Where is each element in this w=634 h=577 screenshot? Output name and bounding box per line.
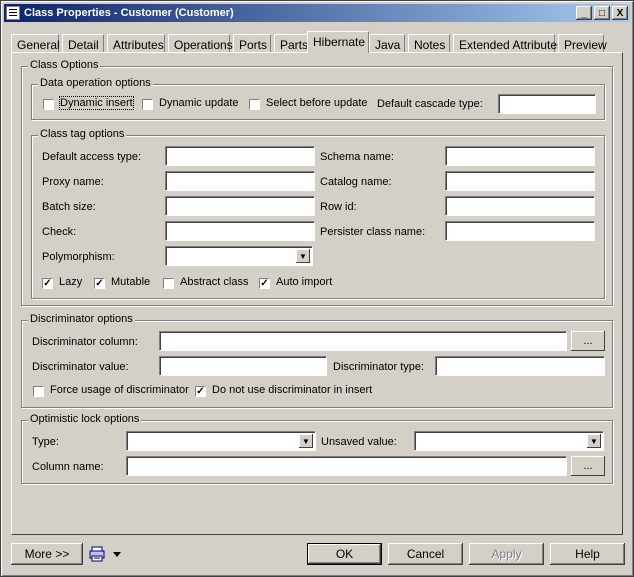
proxy-name-label: Proxy name: <box>42 176 104 188</box>
apply-button[interactable]: Apply <box>469 543 544 565</box>
print-dropdown[interactable] <box>89 545 127 563</box>
persister-class-name-label: Persister class name: <box>320 226 426 238</box>
optimistic-lock-title: Optimistic lock options <box>28 413 142 425</box>
column-name-label: Column name: <box>32 461 104 473</box>
dynamic-update-label[interactable]: Dynamic update <box>159 97 239 109</box>
class-properties-window: Class Properties - Customer (Customer) _… <box>0 0 634 577</box>
auto-import-checkbox[interactable]: ✓ <box>259 278 270 289</box>
check-label: Check: <box>42 226 77 238</box>
force-usage-label[interactable]: Force usage of discriminator <box>50 384 189 396</box>
do-not-use-in-insert-checkbox[interactable]: ✓ <box>195 386 206 397</box>
dynamic-update-checkbox[interactable] <box>142 99 153 110</box>
unsaved-value-label: Unsaved value: <box>321 436 397 448</box>
ok-button[interactable]: OK <box>307 543 382 565</box>
discriminator-column-label: Discriminator column: <box>32 336 138 348</box>
default-access-type-label: Default access type: <box>42 151 142 163</box>
data-operation-group: Data operation options Dynamic insert Dy… <box>31 77 605 120</box>
tab-parts[interactable]: Parts <box>274 34 310 52</box>
column-name-input[interactable] <box>126 456 567 476</box>
optimistic-lock-group: Optimistic lock options Type: ▼ Unsaved … <box>21 413 613 484</box>
discriminator-title: Discriminator options <box>28 313 135 325</box>
more-button[interactable]: More >> <box>11 543 83 565</box>
polymorphism-label: Polymorphism: <box>42 251 115 263</box>
batch-size-input[interactable] <box>165 196 315 216</box>
minimize-button[interactable]: _ <box>576 6 592 20</box>
auto-import-label[interactable]: Auto import <box>276 276 332 288</box>
dynamic-insert-label[interactable]: Dynamic insert <box>59 96 134 110</box>
hibernate-panel: Class Options Data operation options Dyn… <box>11 52 623 535</box>
tab-preview[interactable]: Preview <box>558 34 607 52</box>
lazy-checkbox[interactable]: ✓ <box>42 278 53 289</box>
discriminator-group: Discriminator options Discriminator colu… <box>21 313 613 408</box>
do-not-use-in-insert-label[interactable]: Do not use discriminator in insert <box>212 384 372 396</box>
catalog-name-label: Catalog name: <box>320 176 392 188</box>
select-before-update-checkbox[interactable] <box>249 99 260 110</box>
column-name-browse-button[interactable]: ... <box>571 456 605 476</box>
polymorphism-select[interactable]: ▼ <box>165 246 313 266</box>
batch-size-label: Batch size: <box>42 201 96 213</box>
class-tag-title: Class tag options <box>38 128 127 140</box>
tab-java[interactable]: Java <box>369 34 405 52</box>
class-options-title: Class Options <box>28 59 101 71</box>
tab-hibernate[interactable]: Hibernate <box>307 31 369 53</box>
tab-attributes[interactable]: Attributes <box>107 34 165 52</box>
dynamic-insert-checkbox[interactable] <box>43 99 54 110</box>
printer-icon <box>89 546 121 562</box>
chevron-down-icon[interactable]: ▼ <box>587 434 601 448</box>
catalog-name-input[interactable] <box>445 171 595 191</box>
row-id-input[interactable] <box>445 196 595 216</box>
class-options-group: Class Options Data operation options Dyn… <box>21 59 613 306</box>
check-input[interactable] <box>165 221 315 241</box>
discriminator-type-label: Discriminator type: <box>333 361 425 373</box>
force-usage-checkbox[interactable] <box>33 386 44 397</box>
default-access-type-input[interactable] <box>165 146 315 166</box>
discriminator-column-browse-button[interactable]: ... <box>571 331 605 351</box>
chevron-down-icon[interactable]: ▼ <box>296 249 310 263</box>
window-icon <box>6 6 20 20</box>
default-cascade-type-input[interactable] <box>498 94 596 114</box>
title-bar: Class Properties - Customer (Customer) _… <box>4 4 630 22</box>
cancel-button[interactable]: Cancel <box>388 543 463 565</box>
schema-name-label: Schema name: <box>320 151 394 163</box>
tab-notes[interactable]: Notes <box>408 34 450 52</box>
tab-extended-attributes[interactable]: Extended Attributes <box>453 34 563 52</box>
mutable-checkbox[interactable]: ✓ <box>94 278 105 289</box>
class-tag-group: Class tag options Default access type: S… <box>31 128 605 299</box>
lazy-label[interactable]: Lazy <box>59 276 82 288</box>
abstract-class-checkbox[interactable] <box>163 278 174 289</box>
caret-down-icon <box>113 552 121 557</box>
persister-class-name-input[interactable] <box>445 221 595 241</box>
tab-operations[interactable]: Operations <box>168 34 233 52</box>
mutable-label[interactable]: Mutable <box>111 276 150 288</box>
maximize-button[interactable]: □ <box>594 6 610 20</box>
discriminator-value-input[interactable] <box>159 356 327 376</box>
chevron-down-icon[interactable]: ▼ <box>299 434 313 448</box>
tab-detail[interactable]: Detail <box>62 34 104 52</box>
tab-general[interactable]: General <box>11 34 60 52</box>
close-button[interactable]: X <box>612 6 628 20</box>
discriminator-value-label: Discriminator value: <box>32 361 129 373</box>
data-operation-title: Data operation options <box>38 77 153 89</box>
discriminator-column-input[interactable] <box>159 331 567 351</box>
row-id-label: Row id: <box>320 201 357 213</box>
tab-ports[interactable]: Ports <box>233 34 271 52</box>
proxy-name-input[interactable] <box>165 171 315 191</box>
lock-type-select[interactable]: ▼ <box>126 431 316 451</box>
unsaved-value-select[interactable]: ▼ <box>414 431 604 451</box>
abstract-class-label[interactable]: Abstract class <box>180 276 248 288</box>
window-title: Class Properties - Customer (Customer) <box>24 7 234 19</box>
schema-name-input[interactable] <box>445 146 595 166</box>
select-before-update-label[interactable]: Select before update <box>266 97 368 109</box>
lock-type-label: Type: <box>32 436 59 448</box>
discriminator-type-input[interactable] <box>435 356 605 376</box>
help-button[interactable]: Help <box>550 543 625 565</box>
default-cascade-type-label: Default cascade type: <box>377 98 483 110</box>
